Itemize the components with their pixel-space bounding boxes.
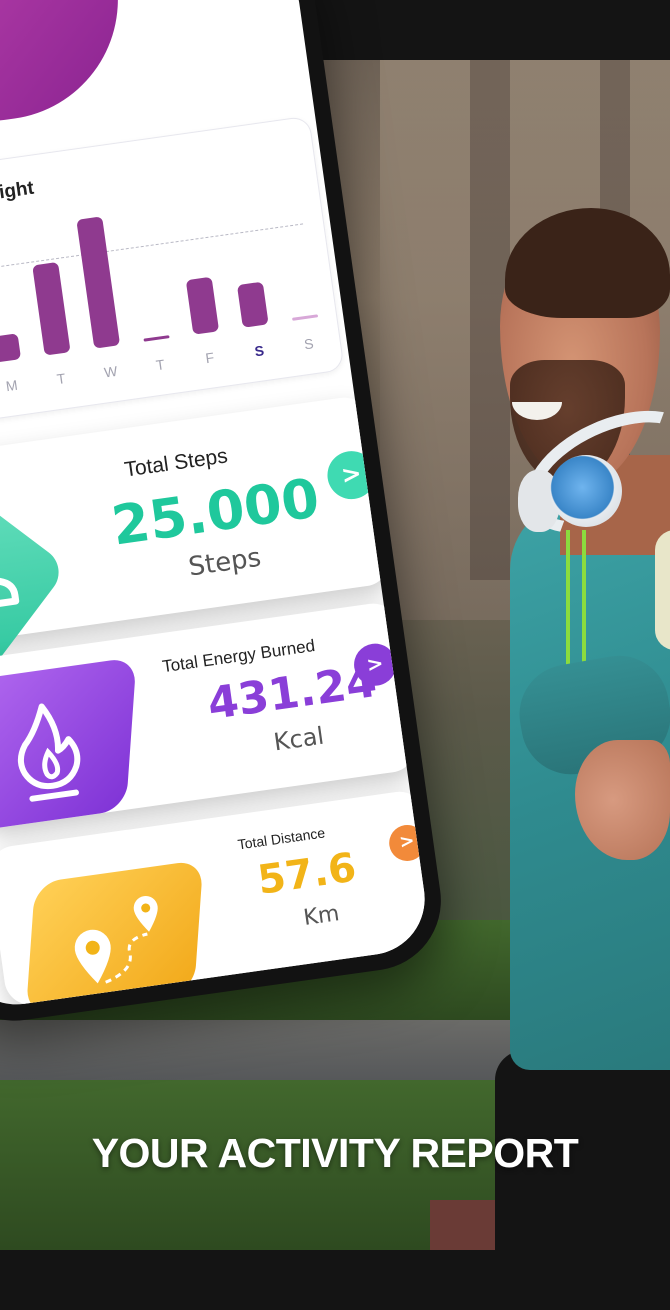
second-runner-edge	[655, 530, 670, 650]
total-energy-card[interactable]: Total Energy Burned 431.24 Kcal >	[0, 600, 419, 835]
flame-icon	[17, 703, 81, 802]
insight-day-label-2: W	[103, 362, 119, 381]
insight-bar-3	[143, 335, 170, 342]
insight-day-label-5: S	[253, 342, 266, 360]
insight-day-label-6: S	[303, 335, 315, 353]
total-distance-arrow-button[interactable]: >	[386, 822, 428, 864]
total-steps-unit: Steps	[186, 542, 263, 583]
total-energy-unit: Kcal	[271, 721, 326, 757]
insight-bar-2	[76, 216, 121, 349]
map-pin-route-icon	[74, 896, 158, 984]
headphones-cup	[550, 455, 622, 527]
promo-caption: YOUR ACTIVITY REPORT	[91, 1130, 579, 1176]
total-distance-title: Total Distance	[236, 824, 326, 853]
total-distance-value: 57.6	[254, 844, 360, 904]
total-distance-unit: Km	[301, 901, 341, 931]
header-decoration	[0, 0, 134, 134]
insight-day-label-3: T	[154, 356, 166, 374]
insight-bar-5	[236, 281, 269, 328]
insight-bar-0	[0, 333, 22, 363]
insight-day-label-1: T	[55, 370, 67, 388]
promo-screen: Insight MTWTFSS Total Steps 25.000 Steps…	[0, 0, 670, 1310]
insight-bar-4	[185, 276, 220, 335]
bar-chart: M T W T F S S	[0, 117, 319, 394]
insight-bar-6	[292, 314, 319, 321]
insight-card: Insight M T W T F S S	[0, 115, 345, 426]
insight-day-label-0: M	[4, 376, 19, 395]
total-steps-title: Total Steps	[122, 444, 230, 482]
insight-bar-1	[32, 261, 71, 356]
insight-day-label-4: F	[204, 349, 216, 367]
insight-title: Insight	[0, 177, 36, 208]
total-steps-arrow-button[interactable]: >	[324, 448, 379, 503]
